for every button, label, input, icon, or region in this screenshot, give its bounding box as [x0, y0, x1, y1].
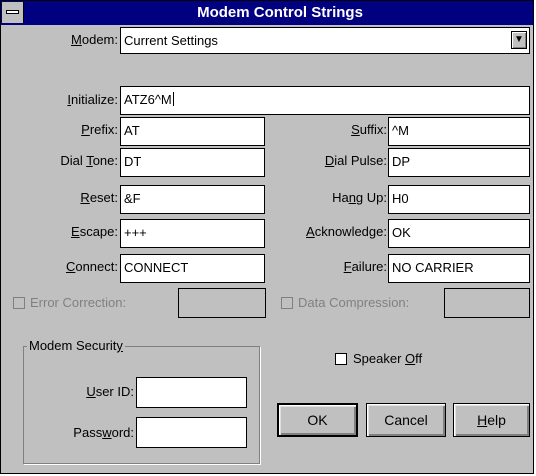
reset-value: &F — [124, 191, 141, 206]
suffix-input[interactable]: ^M — [388, 117, 530, 146]
failure-value: NO CARRIER — [392, 260, 474, 275]
modem-control-strings-dialog: Modem Control Strings Modem: Current Set… — [0, 0, 534, 474]
failure-input[interactable]: NO CARRIER — [388, 254, 530, 283]
dial-tone-value: DT — [124, 154, 142, 169]
speaker-off-checkbox[interactable] — [335, 353, 347, 365]
failure-label: Failure: — [343, 259, 387, 274]
user-id-label: User ID: — [86, 384, 134, 399]
data-compression-label: Data Compression: — [298, 295, 410, 310]
suffix-label: Suffix: — [351, 122, 387, 137]
modem-label: Modem: — [71, 32, 118, 47]
speaker-off-label: Speaker Off — [353, 351, 423, 366]
error-correction-checkbox[interactable] — [13, 297, 25, 309]
error-correction-label: Error Correction: — [30, 295, 127, 310]
reset-input[interactable]: &F — [120, 185, 265, 214]
error-correction-input[interactable] — [178, 288, 266, 318]
reset-label: Reset: — [80, 190, 118, 205]
cancel-button[interactable]: Cancel — [366, 403, 446, 437]
modem-security-title: Modem Security — [27, 338, 125, 354]
system-menu-icon[interactable] — [2, 2, 24, 23]
prefix-value: AT — [124, 123, 140, 138]
password-input[interactable] — [136, 417, 247, 448]
ok-button[interactable]: OK — [277, 403, 358, 437]
dial-pulse-label: Dial Pulse: — [324, 153, 387, 168]
dial-pulse-value: DP — [392, 154, 411, 169]
dial-pulse-input[interactable]: DP — [388, 148, 530, 177]
dropdown-arrow-icon[interactable]: ▼ — [511, 31, 527, 49]
dialog-title: Modem Control Strings — [197, 4, 363, 21]
data-compression-checkbox[interactable] — [281, 297, 293, 309]
acknowledge-input[interactable]: OK — [388, 219, 530, 248]
prefix-input[interactable]: AT — [120, 117, 265, 146]
escape-label: Escape: — [71, 224, 118, 239]
initialize-value: ATZ6^M — [124, 92, 172, 107]
acknowledge-label: Acknowledge: — [306, 224, 387, 239]
dial-tone-label: Dial Tone: — [60, 153, 118, 168]
password-label: Password: — [73, 425, 134, 440]
help-button[interactable]: Help — [453, 403, 530, 437]
hang-up-value: H0 — [392, 191, 409, 206]
escape-value: +++ — [124, 225, 147, 240]
escape-input[interactable]: +++ — [120, 219, 265, 248]
prefix-label: Prefix: — [81, 122, 118, 137]
connect-value: CONNECT — [124, 260, 189, 275]
initialize-label: Initialize: — [67, 92, 118, 107]
text-cursor — [172, 92, 174, 106]
connect-label: Connect: — [65, 259, 118, 274]
hang-up-input[interactable]: H0 — [388, 185, 530, 214]
data-compression-input[interactable] — [444, 288, 530, 318]
modem-select[interactable]: Current Settings ▼ — [120, 27, 530, 54]
connect-input[interactable]: CONNECT — [120, 254, 265, 283]
user-id-input[interactable] — [136, 377, 247, 408]
dial-tone-input[interactable]: DT — [120, 148, 265, 177]
hang-up-label: Hang Up: — [332, 190, 387, 205]
modem-select-value: Current Settings — [124, 33, 218, 48]
suffix-value: ^M — [392, 123, 409, 138]
initialize-input[interactable]: ATZ6^M — [120, 86, 530, 115]
acknowledge-value: OK — [392, 225, 411, 240]
title-bar: Modem Control Strings — [1, 1, 533, 25]
